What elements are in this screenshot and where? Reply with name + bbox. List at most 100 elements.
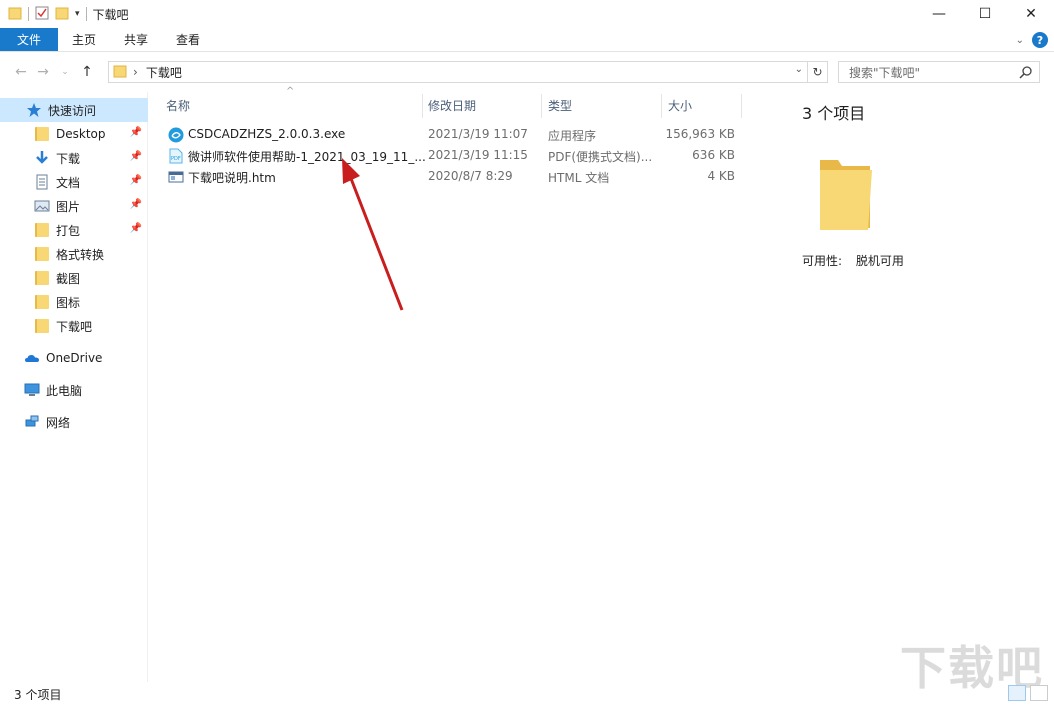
divider (85, 7, 87, 21)
column-header-date[interactable]: 修改日期 (428, 94, 476, 116)
exe-icon (168, 127, 184, 143)
navigation-pane: 快速访问 Desktop 📌 下载 📌 文档 📌 图片 📌 打包 📌 格式转换 … (0, 92, 148, 682)
svg-text:PDF: PDF (171, 156, 181, 162)
sidebar-item-network[interactable]: 网络 (0, 410, 148, 434)
download-arrow-icon (34, 150, 50, 166)
column-divider[interactable] (541, 94, 542, 118)
folder-icon (34, 126, 50, 142)
cloud-icon (24, 350, 40, 366)
window-title: 下载吧 (92, 7, 129, 22)
details-pane: 3 个项目 可用性: 脱机可用 (780, 92, 1054, 682)
availability: 可用性: 脱机可用 (802, 252, 904, 269)
column-header-name[interactable]: 名称 (166, 94, 190, 116)
sidebar-item-pictures[interactable]: 图片 📌 (0, 194, 148, 218)
file-row[interactable]: CSDCADZHZS_2.0.0.3.exe 2021/3/19 11:07 应… (150, 124, 745, 145)
sidebar-item-desktop[interactable]: Desktop 📌 (0, 122, 148, 146)
divider (28, 7, 29, 21)
column-divider[interactable] (741, 94, 742, 118)
sidebar-item-label: 截图 (56, 271, 81, 286)
file-size: 4 KB (707, 169, 735, 183)
status-item-count: 3 个项目 (14, 687, 62, 702)
sidebar-item-label: Desktop (56, 127, 106, 141)
folder-icon (34, 222, 50, 238)
file-row[interactable]: 下载吧说明.htm 2020/8/7 8:29 HTML 文档 4 KB (150, 166, 745, 187)
pin-icon[interactable]: 📌 (130, 127, 142, 138)
new-folder-icon[interactable] (55, 6, 69, 23)
pin-icon[interactable]: 📌 (130, 199, 142, 210)
properties-icon[interactable] (35, 6, 49, 23)
up-arrow-icon[interactable]: ↑ (76, 64, 98, 80)
tab-view[interactable]: 查看 (162, 28, 214, 51)
chevron-right-icon[interactable]: › (133, 65, 138, 79)
sidebar-item-this-pc[interactable]: 此电脑 (0, 378, 148, 402)
file-date: 2021/3/19 11:15 (428, 148, 528, 162)
maximize-button[interactable]: ☐ (962, 0, 1008, 28)
search-placeholder: 搜索"下载吧" (849, 65, 921, 80)
sidebar-item-label: 下载吧 (56, 319, 93, 334)
expand-ribbon-icon[interactable]: ⌄ (1016, 35, 1024, 46)
sidebar-item-label: OneDrive (46, 351, 103, 365)
sidebar-item-label: 图片 (56, 199, 81, 214)
htm-icon (168, 169, 184, 185)
tab-file[interactable]: 文件 (0, 28, 58, 51)
pdf-icon: PDF (168, 148, 184, 164)
pin-icon[interactable]: 📌 (130, 223, 142, 234)
sidebar-item-label: 文档 (56, 175, 81, 190)
file-type: 应用程序 (548, 129, 597, 143)
search-input[interactable]: 搜索"下载吧" (838, 61, 1040, 83)
sidebar-item-quick-access[interactable]: 快速访问 (0, 98, 148, 122)
minimize-button[interactable]: — (916, 0, 962, 28)
navigation-bar: ← → ⌄ ↑ › 下载吧 ⌄ ↻ 搜索"下载吧" (0, 52, 1054, 92)
sidebar-item-onedrive[interactable]: OneDrive (0, 346, 148, 370)
folder-icon (34, 294, 50, 310)
sidebar-item-documents[interactable]: 文档 📌 (0, 170, 148, 194)
sidebar-item-icons[interactable]: 图标 (0, 290, 148, 314)
sidebar-item-format-convert[interactable]: 格式转换 (0, 242, 148, 266)
back-arrow-icon[interactable]: ← (10, 64, 32, 80)
chevron-down-icon[interactable]: ⌄ (795, 64, 803, 75)
file-size: 636 KB (692, 148, 735, 162)
column-divider[interactable] (422, 94, 423, 118)
availability-label: 可用性: (802, 254, 843, 268)
large-icons-view-icon[interactable] (1030, 685, 1048, 701)
folder-icon (34, 246, 50, 262)
file-type: HTML 文档 (548, 171, 610, 185)
title-bar: ▾ 下载吧 — ☐ ✕ (0, 0, 1054, 28)
sidebar-item-downloads[interactable]: 下载 📌 (0, 146, 148, 170)
sidebar-item-label: 此电脑 (46, 383, 83, 398)
pictures-icon (34, 198, 50, 214)
customize-dropdown-icon[interactable]: ▾ (75, 9, 80, 19)
sidebar-item-dabao[interactable]: 打包 📌 (0, 218, 148, 242)
folder-icon (8, 6, 22, 23)
tab-home[interactable]: 主页 (58, 28, 110, 51)
breadcrumb[interactable]: 下载吧 (146, 64, 182, 81)
file-name: 下载吧说明.htm (188, 171, 276, 185)
ribbon-tabs: 文件 主页 共享 查看 ⌄ ? (0, 28, 1054, 52)
details-view-icon[interactable] (1008, 685, 1026, 701)
recent-locations-icon[interactable]: ⌄ (54, 67, 76, 77)
sidebar-item-label: 图标 (56, 295, 81, 310)
sidebar-item-label: 下载 (56, 151, 81, 166)
sidebar-item-xiazaiba[interactable]: 下载吧 (0, 314, 148, 338)
pin-icon[interactable]: 📌 (130, 151, 142, 162)
forward-arrow-icon[interactable]: → (32, 64, 54, 80)
address-bar[interactable]: › 下载吧 ⌄ (108, 61, 808, 83)
folder-icon (113, 64, 127, 81)
sidebar-item-label: 网络 (46, 415, 71, 430)
file-row[interactable]: PDF 微讲师软件使用帮助-1_2021_03_19_11_... 2021/3… (150, 145, 745, 166)
column-divider[interactable] (661, 94, 662, 118)
column-header-type[interactable]: 类型 (548, 94, 572, 116)
help-icon[interactable]: ? (1032, 32, 1048, 48)
refresh-button[interactable]: ↻ (808, 61, 828, 83)
status-bar: 3 个项目 (0, 682, 1054, 706)
star-icon (26, 102, 42, 118)
sidebar-item-screenshots[interactable]: 截图 (0, 266, 148, 290)
column-header-size[interactable]: 大小 (668, 94, 692, 116)
large-folder-icon (816, 154, 876, 237)
file-name: CSDCADZHZS_2.0.0.3.exe (188, 127, 346, 141)
pin-icon[interactable]: 📌 (130, 175, 142, 186)
tab-share[interactable]: 共享 (110, 28, 162, 51)
document-icon (34, 174, 50, 190)
file-date: 2021/3/19 11:07 (428, 127, 528, 141)
close-button[interactable]: ✕ (1008, 0, 1054, 28)
